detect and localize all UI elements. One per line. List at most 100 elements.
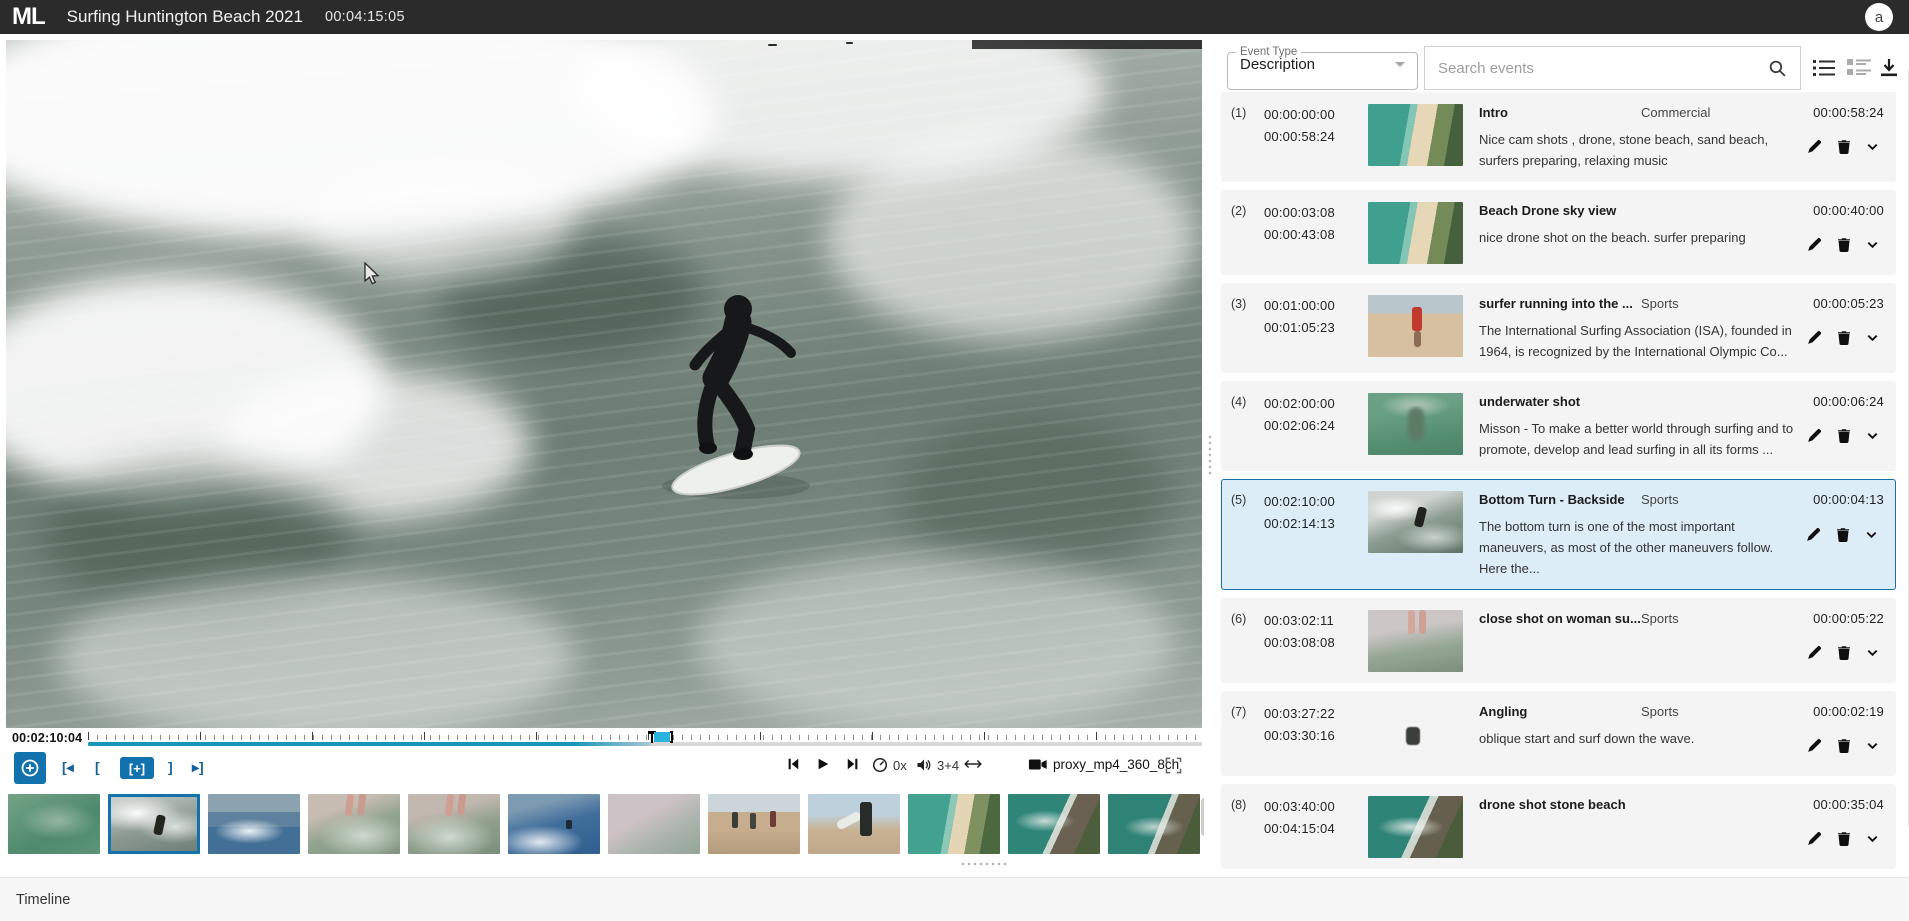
filmstrip-thumb-9[interactable]: [808, 794, 900, 854]
expand-event-button[interactable]: [1865, 831, 1880, 846]
delete-event-button[interactable]: [1836, 138, 1852, 155]
filmstrip-thumb-5[interactable]: [408, 794, 500, 854]
event-timecodes[interactable]: 00:00:03:0800:00:43:08: [1264, 201, 1368, 264]
event-duration: 00:00:40:00: [1813, 203, 1884, 218]
splitter-grip-icon: [1207, 434, 1213, 476]
expand-event-button[interactable]: [1865, 237, 1880, 252]
event-timecodes[interactable]: 00:03:27:2200:03:30:16: [1264, 702, 1368, 765]
event-category: Sports: [1641, 611, 1679, 626]
event-type-select[interactable]: Event Type Description: [1227, 46, 1418, 90]
next-frame-button[interactable]: [846, 757, 860, 771]
event-row[interactable]: (2) 00:00:03:0800:00:43:08 Beach Drone s…: [1221, 190, 1896, 275]
delete-event-button[interactable]: [1836, 644, 1852, 661]
delete-event-button[interactable]: [1836, 830, 1852, 847]
edit-event-button[interactable]: [1805, 526, 1822, 543]
user-avatar[interactable]: a: [1865, 3, 1893, 31]
filmstrip-thumb-12[interactable]: [1108, 794, 1200, 854]
event-list: (1) 00:00:00:0000:00:58:24 Intro Commerc…: [1221, 92, 1901, 872]
filmstrip-thumb-1[interactable]: [8, 794, 100, 854]
edit-event-button[interactable]: [1806, 236, 1823, 253]
search-button[interactable]: [1754, 47, 1800, 89]
panel-splitter[interactable]: [1204, 34, 1216, 877]
add-marker-button[interactable]: [14, 752, 46, 784]
play-button[interactable]: [816, 757, 830, 771]
filmstrip-thumb-4[interactable]: [308, 794, 400, 854]
filmstrip-thumb-2-selected[interactable]: [108, 794, 200, 854]
goto-out-point-button[interactable]: ▸]: [192, 759, 204, 776]
delete-event-button[interactable]: [1836, 427, 1852, 444]
goto-in-point-button[interactable]: [◂: [62, 759, 74, 776]
video-viewport[interactable]: [6, 40, 1202, 728]
expand-event-button[interactable]: [1865, 738, 1880, 753]
event-row[interactable]: (6) 00:03:02:1100:03:08:08 close shot on…: [1221, 598, 1896, 683]
event-timecodes[interactable]: 00:03:40:0000:04:15:04: [1264, 795, 1368, 858]
edit-event-button[interactable]: [1806, 830, 1823, 847]
expand-event-button[interactable]: [1865, 645, 1880, 660]
playback-speed-control[interactable]: 0x: [872, 757, 907, 773]
event-row[interactable]: (8) 00:03:40:0000:04:15:04 drone shot st…: [1221, 784, 1896, 869]
event-row[interactable]: (3) 00:01:00:0000:01:05:23 surfer runnin…: [1221, 283, 1896, 373]
detailed-view-button[interactable]: [1846, 57, 1872, 84]
fullscreen-button[interactable]: [1165, 757, 1182, 774]
previous-frame-button[interactable]: [786, 757, 800, 771]
event-row[interactable]: (1) 00:00:00:0000:00:58:24 Intro Commerc…: [1221, 92, 1896, 182]
event-timecodes[interactable]: 00:03:02:1100:03:08:08: [1264, 609, 1368, 672]
expand-event-button[interactable]: [1865, 428, 1880, 443]
edit-event-button[interactable]: [1806, 644, 1823, 661]
event-thumbnail[interactable]: [1368, 295, 1463, 357]
filmstrip: [8, 794, 1204, 860]
expand-event-button[interactable]: [1865, 330, 1880, 345]
loop-shuttle-button[interactable]: [964, 757, 982, 771]
expand-event-button[interactable]: [1865, 139, 1880, 154]
circle-plus-icon: [20, 758, 40, 778]
ruler-major-ticks: [88, 732, 1202, 740]
audio-channels-control[interactable]: 3+4: [916, 757, 959, 773]
list-view-button[interactable]: [1812, 57, 1836, 84]
event-duration: 00:00:35:04: [1813, 797, 1884, 812]
delete-event-button[interactable]: [1835, 526, 1851, 543]
filmstrip-thumb-8[interactable]: [708, 794, 800, 854]
event-thumbnail[interactable]: [1368, 796, 1463, 858]
event-timecodes[interactable]: 00:02:00:0000:02:06:24: [1264, 392, 1368, 460]
delete-event-button[interactable]: [1836, 236, 1852, 253]
speedometer-icon: [872, 757, 888, 773]
event-thumbnail[interactable]: [1368, 104, 1463, 166]
event-thumbnail[interactable]: [1368, 491, 1463, 553]
event-timecodes[interactable]: 00:01:00:0000:01:05:23: [1264, 294, 1368, 362]
event-thumbnail[interactable]: [1368, 393, 1463, 455]
bird: [846, 42, 853, 44]
event-row[interactable]: (7) 00:03:27:2200:03:30:16 Angling Sport…: [1221, 691, 1896, 776]
search-input[interactable]: [1425, 60, 1754, 77]
event-thumbnail[interactable]: [1368, 703, 1463, 765]
add-event-button[interactable]: [+]: [120, 757, 154, 779]
delete-event-button[interactable]: [1836, 737, 1852, 754]
media-source-selector[interactable]: proxy_mp4_360_8ch: [1028, 757, 1179, 772]
filmstrip-thumb-10[interactable]: [908, 794, 1000, 854]
seek-track[interactable]: [88, 730, 1202, 750]
delete-event-button[interactable]: [1836, 329, 1852, 346]
edit-event-button[interactable]: [1806, 737, 1823, 754]
filmstrip-thumb-6[interactable]: [508, 794, 600, 854]
edit-event-button[interactable]: [1806, 427, 1823, 444]
set-in-point-button[interactable]: [: [95, 759, 100, 775]
event-index: (3): [1231, 294, 1264, 362]
event-row-selected[interactable]: (5) 00:02:10:0000:02:14:13 Bottom Turn -…: [1221, 479, 1896, 590]
event-timecodes[interactable]: 00:00:00:0000:00:58:24: [1264, 103, 1368, 171]
event-row[interactable]: (4) 00:02:00:0000:02:06:24 underwater sh…: [1221, 381, 1896, 471]
events-panel: Event Type Description: [1216, 34, 1909, 877]
expand-event-button[interactable]: [1864, 527, 1879, 542]
edit-event-button[interactable]: [1806, 138, 1823, 155]
event-thumbnail[interactable]: [1368, 610, 1463, 672]
event-thumbnail[interactable]: [1368, 202, 1463, 264]
set-out-point-button[interactable]: ]: [168, 759, 173, 775]
progress-fill: [88, 742, 651, 746]
download-events-button[interactable]: [1879, 57, 1899, 84]
event-timecodes[interactable]: 00:02:10:0000:02:14:13: [1264, 490, 1368, 579]
edit-event-button[interactable]: [1806, 329, 1823, 346]
horizontal-resize-handle[interactable]: [960, 861, 1010, 867]
filmstrip-thumb-3[interactable]: [208, 794, 300, 854]
timeline-section-header[interactable]: Timeline: [0, 877, 1909, 921]
app-logo[interactable]: ML: [12, 3, 45, 31]
filmstrip-thumb-7[interactable]: [608, 794, 700, 854]
filmstrip-thumb-11[interactable]: [1008, 794, 1100, 854]
